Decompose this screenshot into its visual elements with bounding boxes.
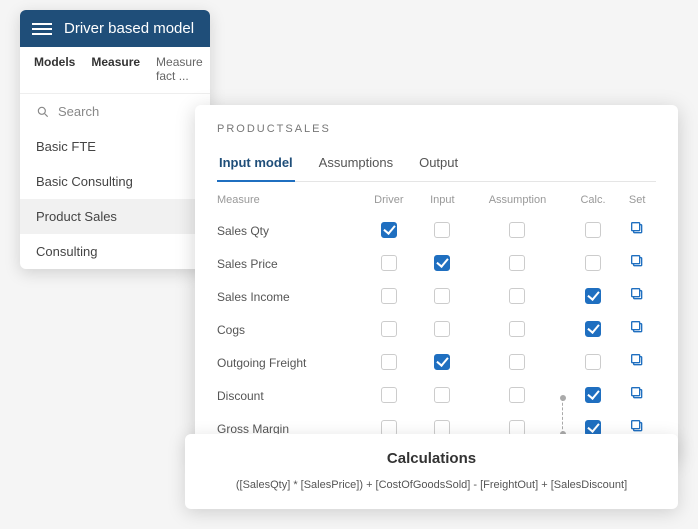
- calc-checkbox[interactable]: [585, 354, 601, 370]
- sidebar-item-basic-consulting[interactable]: Basic Consulting: [20, 164, 210, 199]
- calculations-formula: ([SalesQty] * [SalesPrice]) + [CostOfGoo…: [205, 479, 658, 491]
- sidebar-item-label: Consulting: [36, 244, 97, 259]
- calculations-title: Calculations: [205, 450, 658, 467]
- breadcrumb: Models Measure Measure fact ...: [20, 47, 210, 94]
- set-icon[interactable]: [629, 286, 645, 302]
- measure-label: Outgoing Freight: [217, 346, 360, 379]
- assumption-checkbox[interactable]: [509, 288, 525, 304]
- input-checkbox[interactable]: [434, 321, 450, 337]
- input-checkbox[interactable]: [434, 255, 450, 271]
- tab-bar: Input model Assumptions Output: [217, 149, 656, 182]
- search-placeholder: Search: [58, 104, 99, 119]
- set-icon[interactable]: [629, 385, 645, 401]
- measure-label: Cogs: [217, 313, 360, 346]
- assumption-checkbox[interactable]: [509, 222, 525, 238]
- assumption-checkbox[interactable]: [509, 321, 525, 337]
- driver-checkbox[interactable]: [381, 354, 397, 370]
- col-measure: Measure: [217, 186, 360, 214]
- connector-line: [562, 398, 564, 434]
- col-input: Input: [417, 186, 467, 214]
- input-checkbox[interactable]: [434, 288, 450, 304]
- menu-icon[interactable]: [32, 23, 52, 35]
- measure-label: Sales Price: [217, 247, 360, 280]
- assumption-checkbox[interactable]: [509, 387, 525, 403]
- driver-checkbox[interactable]: [381, 321, 397, 337]
- set-icon[interactable]: [629, 352, 645, 368]
- search-input[interactable]: Search: [20, 94, 210, 129]
- app-title: Driver based model: [64, 20, 194, 37]
- table-row: Sales Price: [217, 247, 656, 280]
- set-icon[interactable]: [629, 253, 645, 269]
- driver-checkbox[interactable]: [381, 387, 397, 403]
- table-row: Sales Income: [217, 280, 656, 313]
- measure-label: Sales Income: [217, 280, 360, 313]
- tab-assumptions[interactable]: Assumptions: [317, 149, 395, 181]
- measures-table: Measure Driver Input Assumption Calc. Se…: [217, 186, 656, 445]
- search-icon: [36, 105, 50, 119]
- set-icon[interactable]: [629, 418, 645, 434]
- assumption-checkbox[interactable]: [509, 354, 525, 370]
- col-assumption: Assumption: [467, 186, 567, 214]
- calc-checkbox[interactable]: [585, 321, 601, 337]
- calc-checkbox[interactable]: [585, 288, 601, 304]
- input-checkbox[interactable]: [434, 387, 450, 403]
- sidebar-item-consulting[interactable]: Consulting: [20, 234, 210, 269]
- calc-checkbox[interactable]: [585, 255, 601, 271]
- assumption-checkbox[interactable]: [509, 255, 525, 271]
- driver-checkbox[interactable]: [381, 288, 397, 304]
- input-checkbox[interactable]: [434, 222, 450, 238]
- sidebar-item-label: Basic Consulting: [36, 174, 133, 189]
- table-row: Discount: [217, 379, 656, 412]
- table-row: Outgoing Freight: [217, 346, 656, 379]
- table-row: Cogs: [217, 313, 656, 346]
- col-driver: Driver: [360, 186, 417, 214]
- driver-checkbox[interactable]: [381, 222, 397, 238]
- tab-input-model[interactable]: Input model: [217, 149, 295, 182]
- breadcrumb-measure-fact[interactable]: Measure fact ...: [156, 55, 203, 83]
- set-icon[interactable]: [629, 220, 645, 236]
- calc-checkbox[interactable]: [585, 222, 601, 238]
- set-icon[interactable]: [629, 319, 645, 335]
- breadcrumb-models[interactable]: Models: [34, 55, 75, 83]
- app-bar: Driver based model: [20, 10, 210, 47]
- navigation-panel: Driver based model Models Measure Measur…: [20, 10, 210, 269]
- driver-checkbox[interactable]: [381, 255, 397, 271]
- sidebar-item-basic-fte[interactable]: Basic FTE: [20, 129, 210, 164]
- main-panel: PRODUCTSALES Input model Assumptions Out…: [195, 105, 678, 459]
- sidebar-item-product-sales[interactable]: Product Sales: [20, 199, 210, 234]
- measure-label: Discount: [217, 379, 360, 412]
- input-checkbox[interactable]: [434, 354, 450, 370]
- sidebar-item-label: Product Sales: [36, 209, 117, 224]
- measure-label: Sales Qty: [217, 214, 360, 247]
- breadcrumb-measure[interactable]: Measure: [91, 55, 140, 83]
- table-row: Sales Qty: [217, 214, 656, 247]
- calc-checkbox[interactable]: [585, 387, 601, 403]
- sidebar-item-label: Basic FTE: [36, 139, 96, 154]
- section-title: PRODUCTSALES: [217, 123, 656, 135]
- col-calc: Calc.: [568, 186, 619, 214]
- tab-output[interactable]: Output: [417, 149, 460, 181]
- calculations-panel: Calculations ([SalesQty] * [SalesPrice])…: [185, 434, 678, 509]
- col-set: Set: [618, 186, 656, 214]
